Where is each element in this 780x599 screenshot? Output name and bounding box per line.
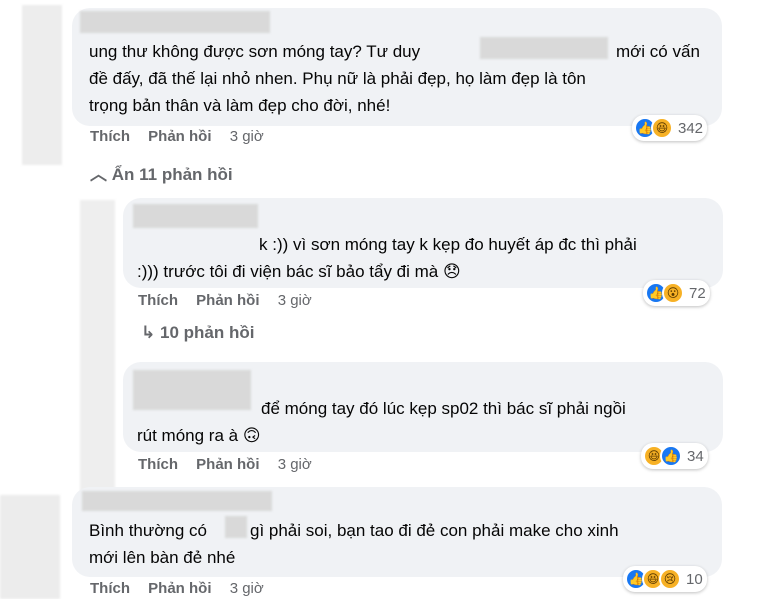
comment-bubble: ung thư không được sơn móng tay? Tư duy …	[72, 8, 722, 126]
more-replies-label: 10 phản hồi	[159, 323, 255, 342]
redacted-name	[133, 370, 251, 410]
hide-replies-label: Ẩn 11 phản hồi	[111, 165, 233, 184]
timestamp[interactable]: 3 giờ	[230, 580, 264, 597]
reaction-count: 342	[678, 119, 704, 137]
timestamp[interactable]: 3 giờ	[230, 128, 264, 145]
reply-button[interactable]: Phản hồi	[148, 128, 211, 145]
comment-text: ung thư không được sơn móng tay? Tư duy	[89, 42, 421, 61]
reaction-summary[interactable]: 😆 👍 34	[641, 443, 708, 469]
comment-text: đề đấy, đã thế lại nhỏ nhen. Phụ nữ là p…	[89, 69, 586, 88]
reaction-summary[interactable]: 👍 😮 72	[643, 280, 710, 306]
like-icon: 👍	[660, 445, 682, 467]
reply-button[interactable]: Phản hồi	[148, 580, 211, 597]
redacted-avatar	[22, 5, 62, 165]
comment-text: k :)) vì sơn móng tay k kẹp đo huyết áp …	[259, 235, 637, 254]
comment-bubble: Bình thường có gì phải soi, bạn tao đi đ…	[72, 487, 722, 577]
like-button[interactable]: Thích	[90, 580, 130, 597]
reaction-count: 34	[687, 447, 704, 465]
like-button[interactable]: Thích	[138, 456, 178, 473]
haha-icon: 😆	[651, 117, 673, 139]
view-more-replies[interactable]: ↳ 10 phản hồi	[141, 323, 254, 343]
like-button[interactable]: Thích	[138, 292, 178, 309]
comment-actions: Thích Phản hồi 3 giờ	[90, 580, 278, 597]
reaction-count: 72	[689, 284, 706, 302]
redacted-name	[82, 491, 272, 511]
comment-actions: Thích Phản hồi 3 giờ	[90, 128, 278, 145]
reply-button[interactable]: Phản hồi	[196, 292, 259, 309]
comment-text: trọng bản thân và làm đẹp cho đời, nhé!	[89, 96, 391, 115]
reaction-summary[interactable]: 👍 😆 😢 10	[623, 566, 707, 592]
reply-arrow-icon: ↳	[141, 323, 156, 342]
redacted-text	[225, 516, 247, 538]
wow-icon: 😮	[662, 282, 684, 304]
comment-text: để móng tay đó lúc kẹp sp02 thì bác sĩ p…	[261, 399, 626, 418]
timestamp[interactable]: 3 giờ	[278, 456, 312, 473]
sad-icon: 😢	[659, 568, 681, 590]
timestamp[interactable]: 3 giờ	[278, 292, 312, 309]
comment-text: gì phải soi, bạn tao đi đẻ con phải make…	[250, 521, 619, 540]
comment-text: Bình thường có	[89, 521, 207, 540]
comment-text: mới lên bàn đẻ nhé	[89, 548, 236, 567]
redacted-avatar	[0, 495, 60, 599]
like-button[interactable]: Thích	[90, 128, 130, 145]
comment-text: mới có vấn	[616, 42, 700, 61]
redacted-avatar	[80, 200, 115, 500]
comment-actions: Thích Phản hồi 3 giờ	[138, 292, 326, 309]
comment-text: rút móng ra à 🙃	[137, 426, 261, 445]
comment-bubble: để móng tay đó lúc kẹp sp02 thì bác sĩ p…	[123, 362, 723, 452]
redacted-name	[133, 204, 258, 228]
reaction-count: 10	[686, 570, 703, 588]
comment-actions: Thích Phản hồi 3 giờ	[138, 456, 326, 473]
redacted-text	[480, 37, 608, 59]
comment-text: :))) trước tôi đi viện bác sĩ bảo tẩy đi…	[137, 262, 461, 281]
redacted-name	[80, 11, 270, 33]
reply-button[interactable]: Phản hồi	[196, 456, 259, 473]
reaction-summary[interactable]: 👍 😆 342	[632, 115, 708, 141]
chevron-up-icon: ︿	[90, 165, 107, 184]
comment-bubble: k :)) vì sơn móng tay k kẹp đo huyết áp …	[123, 198, 723, 288]
hide-replies-toggle[interactable]: ︿ Ẩn 11 phản hồi	[90, 160, 233, 185]
